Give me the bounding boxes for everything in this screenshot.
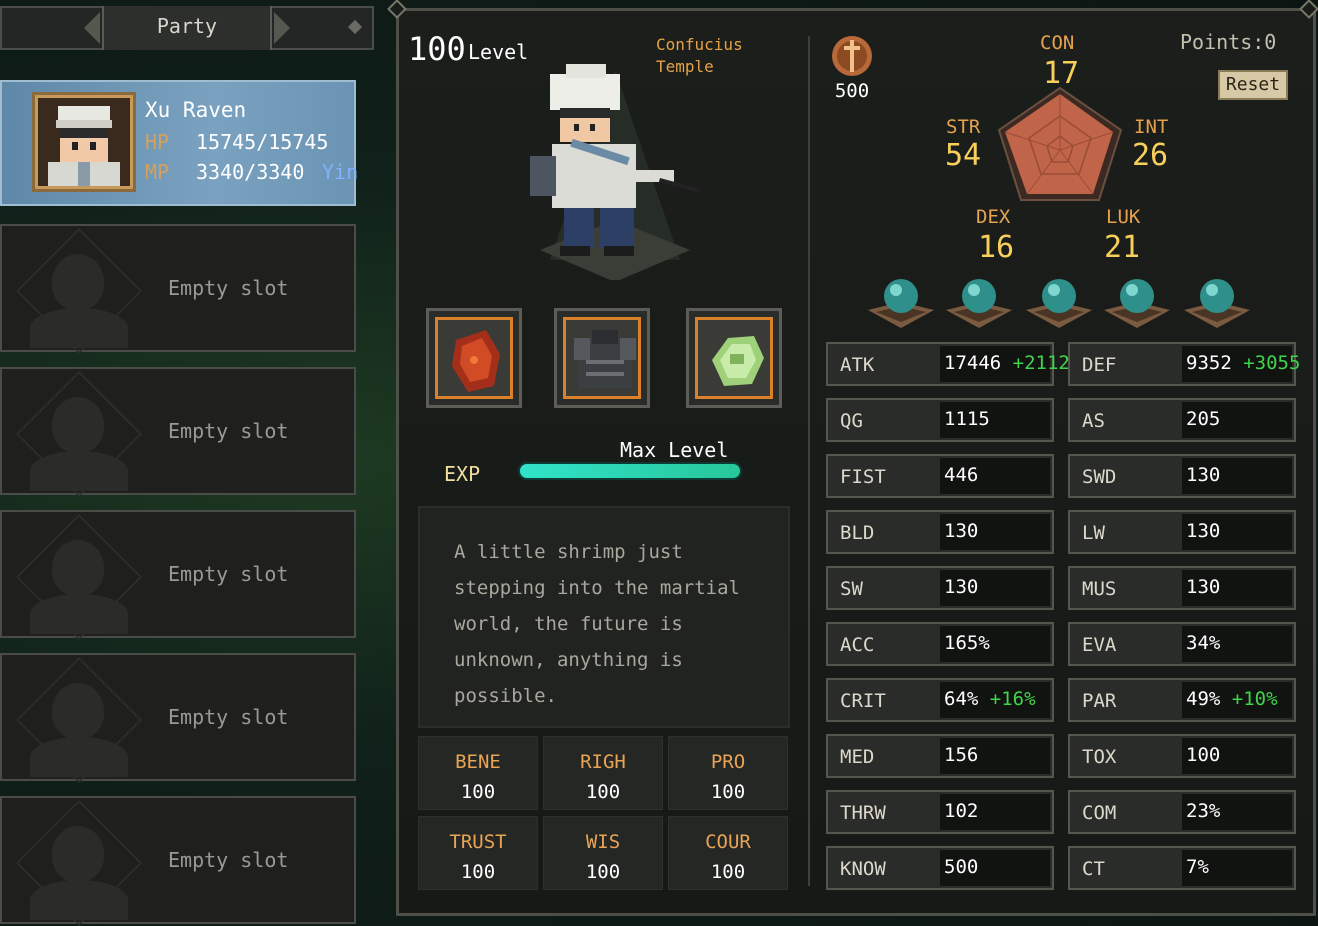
silhouette-icon bbox=[52, 254, 104, 310]
equipment-slot-weapon[interactable] bbox=[426, 308, 522, 408]
empty-slot-1[interactable]: Empty slot bbox=[0, 224, 356, 354]
hp-value: 15745/15745 bbox=[196, 130, 329, 154]
exp-label: EXP bbox=[444, 462, 481, 486]
diamond-ornament-icon bbox=[347, 19, 363, 35]
stat-as: AS 205 bbox=[1068, 398, 1296, 442]
virtue-pro: PRO 100 bbox=[668, 736, 788, 810]
dex-value: 16 bbox=[978, 230, 1015, 265]
stat-mus: MUS 130 bbox=[1068, 566, 1296, 610]
affinity-label: Yin bbox=[322, 160, 359, 184]
character-sprite bbox=[530, 60, 718, 282]
stat-acc: ACC 165% bbox=[826, 622, 1054, 666]
equipment-slot-armor[interactable] bbox=[554, 308, 650, 408]
silhouette-icon bbox=[52, 397, 104, 453]
str-label: STR bbox=[946, 116, 981, 138]
empty-slot-label: Empty slot bbox=[168, 419, 289, 443]
chevron-left-icon[interactable] bbox=[84, 12, 100, 44]
stat-know: KNOW 500 bbox=[826, 846, 1054, 890]
silhouette-icon bbox=[52, 540, 104, 596]
armor-icon bbox=[563, 317, 641, 399]
stat-eva: EVA 34% bbox=[1068, 622, 1296, 666]
stat-med: MED 156 bbox=[826, 734, 1054, 778]
virtue-bene: BENE 100 bbox=[418, 736, 538, 810]
avatar bbox=[32, 92, 136, 192]
stat-qg: QG 1115 bbox=[826, 398, 1054, 442]
mp-value: 3340/3340 bbox=[196, 160, 305, 184]
reset-button[interactable]: Reset bbox=[1218, 70, 1288, 100]
stat-lw: LW 130 bbox=[1068, 510, 1296, 554]
stat-swd: SWD 130 bbox=[1068, 454, 1296, 498]
stat-tox: TOX 100 bbox=[1068, 734, 1296, 778]
sword-emblem-icon bbox=[830, 34, 874, 78]
stat-par: PAR 49% +10% bbox=[1068, 678, 1296, 722]
fist-gauntlet-icon bbox=[435, 317, 513, 399]
stat-sw: SW 130 bbox=[826, 566, 1054, 610]
luk-label: LUK bbox=[1106, 206, 1141, 228]
equipment-slot-accessory[interactable] bbox=[686, 308, 782, 408]
party-member-card[interactable]: Xu Raven HP 15745/15745 MP 3340/3340 Yin bbox=[0, 80, 359, 206]
empty-slot-label: Empty slot bbox=[168, 705, 289, 729]
dex-label: DEX bbox=[976, 206, 1011, 228]
exp-bar bbox=[518, 462, 742, 480]
currency-value: 500 bbox=[834, 80, 870, 102]
empty-slot-label: Empty slot bbox=[168, 848, 289, 872]
chevron-right-icon[interactable] bbox=[274, 12, 290, 44]
stat-atk: ATK 17446 +2112 bbox=[826, 342, 1070, 386]
stat-thrw: THRW 102 bbox=[826, 790, 1054, 834]
description-box: A little shrimp just stepping into the m… bbox=[418, 506, 790, 728]
virtue-trust: TRUST 100 bbox=[418, 816, 538, 890]
int-label: INT bbox=[1134, 116, 1169, 138]
stat-fist: FIST 446 bbox=[826, 454, 1054, 498]
con-label: CON bbox=[1040, 32, 1075, 54]
attribute-radar bbox=[995, 86, 1125, 202]
silhouette-icon bbox=[52, 826, 104, 882]
orb-slot-3[interactable] bbox=[1026, 276, 1092, 332]
points-value: 0 bbox=[1264, 30, 1277, 54]
orb-slot-5[interactable] bbox=[1184, 276, 1250, 332]
virtue-cour: COUR 100 bbox=[668, 816, 788, 890]
stat-ct: CT 7% bbox=[1068, 846, 1296, 890]
orb-slot-4[interactable] bbox=[1104, 276, 1170, 332]
level-number: 100 bbox=[408, 30, 466, 68]
empty-slot-label: Empty slot bbox=[168, 276, 289, 300]
exp-status: Max Level bbox=[620, 438, 729, 462]
luk-value: 21 bbox=[1104, 230, 1141, 265]
stat-crit: CRIT 64% +16% bbox=[826, 678, 1054, 722]
stat-bld: BLD 130 bbox=[826, 510, 1054, 554]
empty-slot-2[interactable]: Empty slot bbox=[0, 367, 356, 497]
empty-slot-label: Empty slot bbox=[168, 562, 289, 586]
jade-accessory-icon bbox=[695, 317, 773, 399]
silhouette-icon bbox=[52, 683, 104, 739]
party-tab[interactable]: Party bbox=[102, 6, 272, 50]
str-value: 54 bbox=[945, 138, 982, 173]
stat-def: DEF 9352 +3055 bbox=[1068, 342, 1300, 386]
empty-slot-3[interactable]: Empty slot bbox=[0, 510, 356, 640]
empty-slot-5[interactable]: Empty slot bbox=[0, 796, 356, 926]
party-header: Party bbox=[0, 6, 374, 50]
int-value: 26 bbox=[1132, 138, 1169, 173]
level-label: Level bbox=[468, 40, 529, 64]
panel-divider bbox=[808, 36, 810, 886]
hp-label: HP bbox=[145, 130, 170, 154]
member-name: Xu Raven bbox=[145, 98, 247, 122]
stat-com: COM 23% bbox=[1068, 790, 1296, 834]
orb-slot-1[interactable] bbox=[868, 276, 934, 332]
virtue-righ: RIGH 100 bbox=[543, 736, 663, 810]
points-display: Points:0 bbox=[1180, 30, 1276, 54]
character-description: A little shrimp just stepping into the m… bbox=[454, 541, 740, 707]
orb-slot-2[interactable] bbox=[946, 276, 1012, 332]
virtue-wis: WIS 100 bbox=[543, 816, 663, 890]
empty-slot-4[interactable]: Empty slot bbox=[0, 653, 356, 783]
points-label: Points: bbox=[1180, 30, 1265, 54]
mp-label: MP bbox=[145, 160, 170, 184]
